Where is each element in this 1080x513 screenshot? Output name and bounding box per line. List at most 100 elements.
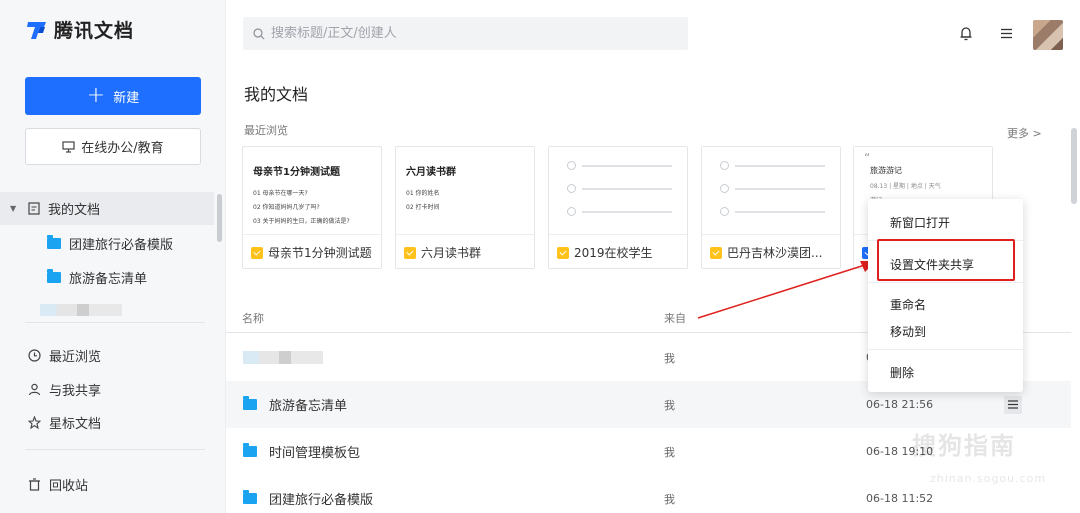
- row-more-menu-icon[interactable]: [1004, 395, 1022, 414]
- quote-mark-icon: “: [864, 151, 871, 165]
- folder-label: 旅游备忘清单: [69, 272, 148, 287]
- row-from: 我: [664, 445, 675, 459]
- placeholder-row: [720, 207, 830, 216]
- monitor-icon: [62, 140, 75, 153]
- trash-icon: [29, 478, 40, 491]
- card-thumbnail: [702, 147, 840, 234]
- row-from: 我: [664, 351, 675, 365]
- sidebar-item-starred[interactable]: 星标文档: [28, 413, 101, 432]
- form-doc-icon: [251, 246, 263, 259]
- placeholder-row: [567, 184, 677, 193]
- menu-item-open-new-window[interactable]: 新窗口打开: [890, 214, 950, 231]
- card-footer: 母亲节1分钟测试题: [243, 234, 381, 268]
- placeholder-row: [720, 184, 830, 193]
- thumb-title: 六月读书群: [406, 167, 456, 178]
- folder-label: 团建旅行必备模版: [69, 238, 174, 253]
- card-title: 2019在校学生: [574, 246, 653, 260]
- sidebar-scrollbar[interactable]: [217, 194, 222, 242]
- menu-item-move-to[interactable]: 移动到: [890, 323, 926, 340]
- card-footer: 2019在校学生: [549, 234, 687, 268]
- sidebar-item-travel-memo[interactable]: 旅游备忘清单: [47, 268, 147, 287]
- radio-placeholder-icon: [720, 161, 729, 170]
- online-office-label: 在线办公/教育: [81, 141, 164, 156]
- column-header-from[interactable]: 来自: [664, 310, 686, 326]
- recent-card[interactable]: 六月读书群 01 你的姓名 02 打卡时间 六月读书群: [395, 146, 535, 269]
- thumb-line: 02 打卡时间: [406, 204, 440, 211]
- card-thumbnail: [549, 147, 687, 234]
- placeholder-line: [582, 164, 672, 167]
- annotation-arrow: [697, 261, 876, 319]
- sidebar-divider: [25, 449, 205, 450]
- menu-separator: [868, 282, 1023, 283]
- row-name: 旅游备忘清单: [243, 395, 347, 414]
- caret-down-icon[interactable]: ▼: [10, 204, 20, 213]
- star-icon: [28, 416, 41, 429]
- new-button[interactable]: + 新建: [25, 77, 201, 115]
- row-from: 我: [664, 492, 675, 506]
- notification-bell-icon[interactable]: [957, 24, 975, 42]
- placeholder-line: [735, 187, 825, 190]
- new-button-label: 新建: [113, 90, 140, 106]
- watermark-logo: 搜狗指南: [912, 432, 1016, 460]
- row-time: 06-18 21:56: [866, 398, 934, 411]
- placeholder-line: [582, 210, 672, 213]
- recent-section-label: 最近浏览: [244, 124, 288, 137]
- app-logo[interactable]: 腾讯文档: [26, 16, 134, 43]
- menu-item-delete[interactable]: 删除: [890, 364, 914, 381]
- context-menu: 新窗口打开 设置文件夹共享 重命名 移动到 删除: [868, 199, 1023, 392]
- row-name-label: 旅游备忘清单: [269, 399, 348, 414]
- sidebar-item-trash[interactable]: 回收站: [28, 475, 88, 494]
- search-icon: [253, 27, 265, 39]
- watermark-url: zhinan.sogou.com: [930, 472, 1047, 485]
- menu-icon[interactable]: [997, 24, 1015, 42]
- menu-separator: [868, 349, 1023, 350]
- nav-label: 星标文档: [49, 417, 102, 432]
- card-thumbnail: 六月读书群 01 你的姓名 02 打卡时间: [396, 147, 534, 234]
- sidebar-divider: [25, 322, 205, 323]
- user-icon: [28, 383, 41, 396]
- menu-item-rename[interactable]: 重命名: [890, 296, 926, 313]
- recent-card[interactable]: 2019在校学生: [548, 146, 688, 269]
- placeholder-row: [720, 161, 830, 170]
- sidebar-item-recent[interactable]: 最近浏览: [28, 346, 101, 365]
- placeholder-line: [735, 210, 825, 213]
- clock-icon: [28, 349, 41, 362]
- main-scrollbar[interactable]: [1071, 128, 1077, 204]
- blurred-folder-item[interactable]: [40, 304, 122, 316]
- sidebar-item-my-docs[interactable]: ▼ 我的文档: [0, 192, 214, 225]
- tencent-docs-logo-icon: [27, 21, 46, 39]
- radio-placeholder-icon: [567, 207, 576, 216]
- card-thumbnail: 母亲节1分钟测试题 01 母亲节在哪一天? 02 你知道妈妈几岁了吗? 03 关…: [243, 147, 381, 234]
- thumb-line: 08.13 | 星期 | 地点 | 天气: [870, 183, 941, 190]
- annotation-highlight-box: [877, 239, 1015, 281]
- search-input[interactable]: [271, 26, 671, 41]
- sidebar: 腾讯文档 + 新建 在线办公/教育 ▼ 我的文档 团建旅行必备模版 旅游备忘清单: [0, 0, 226, 513]
- form-doc-icon: [557, 246, 569, 259]
- avatar[interactable]: [1033, 20, 1063, 50]
- online-office-button[interactable]: 在线办公/教育: [25, 128, 201, 165]
- placeholder-line: [582, 187, 672, 190]
- more-link[interactable]: 更多 >: [1007, 125, 1042, 141]
- row-name: 团建旅行必备模版: [243, 489, 373, 508]
- nav-label: 回收站: [49, 479, 89, 494]
- placeholder-row: [567, 207, 677, 216]
- search-box[interactable]: [243, 17, 688, 50]
- column-header-name[interactable]: 名称: [242, 310, 264, 326]
- recent-card[interactable]: 母亲节1分钟测试题 01 母亲节在哪一天? 02 你知道妈妈几岁了吗? 03 关…: [242, 146, 382, 269]
- sidebar-item-shared[interactable]: 与我共享: [28, 380, 101, 399]
- row-name: 时间管理模板包: [243, 442, 360, 461]
- logo-text: 腾讯文档: [54, 20, 135, 42]
- row-name-label: 团建旅行必备模版: [269, 493, 374, 508]
- card-title: 六月读书群: [421, 246, 482, 260]
- placeholder-line: [735, 164, 825, 167]
- nav-label: 最近浏览: [49, 350, 102, 365]
- radio-placeholder-icon: [567, 161, 576, 170]
- my-docs-label: 我的文档: [48, 203, 101, 218]
- thumb-line: 01 你的姓名: [406, 190, 440, 197]
- thumb-line: 03 关于妈妈的生日，正确的做法是?: [253, 218, 350, 225]
- folder-icon: [47, 235, 61, 249]
- sidebar-item-team-travel[interactable]: 团建旅行必备模版: [47, 234, 173, 253]
- placeholder-row: [567, 161, 677, 170]
- card-title: 母亲节1分钟测试题: [268, 246, 372, 260]
- radio-placeholder-icon: [567, 184, 576, 193]
